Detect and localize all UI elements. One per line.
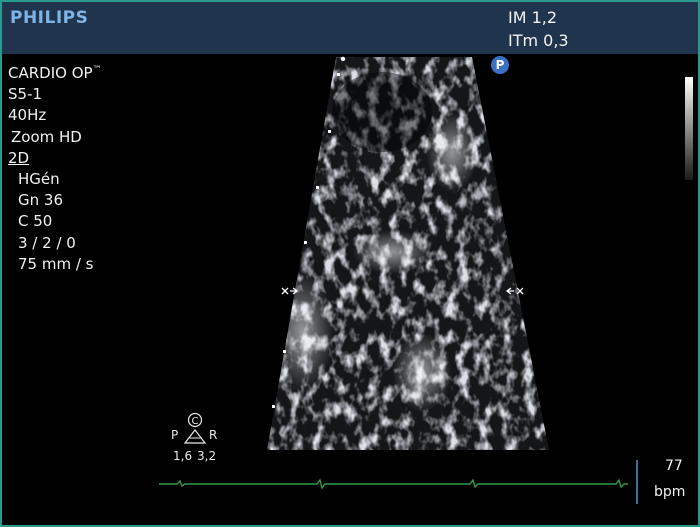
heart-rate-value: 77	[665, 458, 683, 474]
ecg-trace	[159, 478, 628, 490]
ecg-panel	[159, 478, 628, 490]
ultrasound-screen: PHILIPS IM 1,2 ITm 0,3 P CARDIO OP™ S5-1…	[0, 0, 700, 527]
heart-rate-unit: bpm	[654, 484, 686, 500]
heart-rate-divider	[636, 460, 638, 504]
